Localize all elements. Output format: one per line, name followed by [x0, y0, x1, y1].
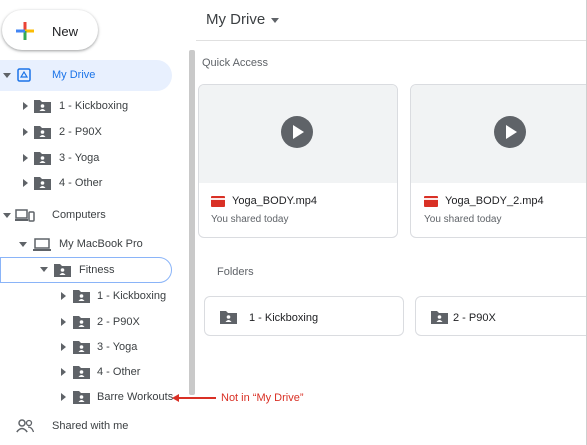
- sidebar-item-shared-with-me[interactable]: Shared with me: [0, 413, 186, 439]
- chevron-down-icon[interactable]: [19, 242, 27, 247]
- sidebar-item-computers[interactable]: Computers: [0, 202, 186, 228]
- sidebar-item-p90x[interactable]: 2 - P90X: [0, 119, 186, 145]
- sidebar-item-label: 1 - Kickboxing: [97, 290, 167, 302]
- shared-folder-icon: [73, 316, 90, 329]
- sidebar-item-kickboxing[interactable]: 1 - Kickboxing: [0, 93, 186, 119]
- shared-folder-icon: [73, 290, 90, 303]
- shared-folder-icon: [34, 177, 51, 190]
- sidebar-item-label: Computers: [52, 209, 106, 221]
- sidebar-item-label: 2 - P90X: [97, 316, 140, 328]
- shared-folder-icon: [34, 126, 51, 139]
- quick-access-card[interactable]: Yoga_BODY_2.mp4 You shared today: [410, 84, 587, 238]
- shared-folder-icon: [73, 366, 90, 379]
- header-divider: [196, 40, 587, 41]
- chevron-right-icon[interactable]: [23, 102, 28, 110]
- sidebar-item-label: 2 - P90X: [59, 126, 102, 138]
- file-name: Yoga_BODY.mp4: [232, 195, 318, 207]
- annotation-text: Not in “My Drive”: [221, 392, 304, 404]
- folder-card[interactable]: 1 - Kickboxing: [204, 296, 404, 336]
- sidebar-item-label: Fitness: [79, 264, 115, 276]
- folders-label: Folders: [217, 266, 254, 278]
- sidebar-item-macbook[interactable]: My MacBook Pro: [0, 231, 186, 257]
- plus-icon: [16, 22, 34, 40]
- chevron-right-icon[interactable]: [61, 318, 66, 326]
- chevron-right-icon[interactable]: [61, 292, 66, 300]
- chevron-right-icon[interactable]: [61, 393, 66, 401]
- computers-icon: [15, 209, 35, 222]
- sidebar-item-fitness-p90x[interactable]: 2 - P90X: [0, 309, 186, 335]
- sidebar-item-yoga[interactable]: 3 - Yoga: [0, 145, 186, 171]
- shared-folder-icon: [54, 264, 71, 277]
- drive-icon: [17, 68, 31, 82]
- quick-access-label: Quick Access: [202, 57, 269, 69]
- folder-card[interactable]: 2 - P90X: [415, 296, 587, 336]
- sidebar-scrollbar[interactable]: [189, 50, 195, 395]
- caret-down-icon[interactable]: [271, 18, 279, 23]
- sidebar-item-label: 3 - Yoga: [97, 341, 138, 353]
- play-icon: [281, 116, 313, 148]
- sidebar-item-label: 3 - Yoga: [59, 152, 100, 164]
- shared-folder-icon: [34, 152, 51, 165]
- video-file-icon: [211, 196, 225, 207]
- sidebar-item-label: 4 - Other: [59, 177, 103, 189]
- file-subtitle: You shared today: [424, 214, 502, 225]
- sidebar-item-label: My Drive: [52, 69, 96, 81]
- new-button[interactable]: New: [2, 10, 98, 50]
- chevron-down-icon[interactable]: [3, 213, 11, 218]
- sidebar-item-other[interactable]: 4 - Other: [0, 170, 186, 196]
- file-name: Yoga_BODY_2.mp4: [445, 195, 544, 207]
- sidebar-item-label: 1 - Kickboxing: [59, 100, 129, 112]
- chevron-right-icon[interactable]: [61, 368, 66, 376]
- chevron-right-icon[interactable]: [23, 179, 28, 187]
- shared-folder-icon: [73, 391, 90, 404]
- shared-folder-icon: [73, 341, 90, 354]
- sidebar-item-fitness[interactable]: Fitness: [0, 257, 172, 283]
- file-subtitle: You shared today: [211, 214, 289, 225]
- people-icon: [16, 419, 34, 433]
- annotation-arrow: [176, 397, 216, 399]
- chevron-right-icon[interactable]: [23, 154, 28, 162]
- play-icon: [494, 116, 526, 148]
- folder-name: 2 - P90X: [453, 312, 496, 324]
- sidebar-item-label: Barre Workouts: [97, 391, 174, 403]
- video-thumbnail: [411, 85, 587, 183]
- sidebar-item-label: Shared with me: [52, 420, 129, 432]
- video-thumbnail: [199, 85, 397, 183]
- quick-access-card[interactable]: Yoga_BODY.mp4 You shared today: [198, 84, 398, 238]
- sidebar-item-my-drive[interactable]: My Drive: [0, 60, 172, 91]
- sidebar-item-label: 4 - Other: [97, 366, 141, 378]
- sidebar: New My Drive 1 - Kickboxing 2 - P90X 3 -…: [0, 0, 186, 445]
- sidebar-item-fitness-yoga[interactable]: 3 - Yoga: [0, 334, 186, 360]
- laptop-icon: [33, 238, 51, 251]
- sidebar-item-barre-workouts[interactable]: Barre Workouts: [0, 384, 186, 410]
- new-button-label: New: [52, 24, 79, 39]
- sidebar-item-fitness-kickboxing[interactable]: 1 - Kickboxing: [0, 283, 186, 309]
- chevron-right-icon[interactable]: [61, 343, 66, 351]
- shared-folder-icon: [220, 311, 237, 324]
- sidebar-item-fitness-other[interactable]: 4 - Other: [0, 359, 186, 385]
- folder-name: 1 - Kickboxing: [249, 312, 319, 324]
- chevron-down-icon[interactable]: [40, 267, 48, 272]
- page-title[interactable]: My Drive: [206, 11, 265, 28]
- shared-folder-icon: [34, 100, 51, 113]
- video-file-icon: [424, 196, 438, 207]
- shared-folder-icon: [431, 311, 448, 324]
- chevron-right-icon[interactable]: [23, 128, 28, 136]
- chevron-down-icon[interactable]: [3, 73, 11, 78]
- sidebar-item-label: My MacBook Pro: [59, 238, 143, 250]
